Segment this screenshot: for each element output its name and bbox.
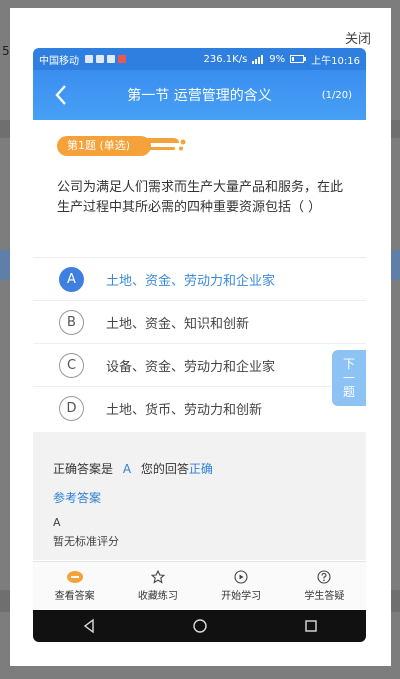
next-tab-char: 题: [342, 385, 355, 399]
correct-answer-letter: A: [122, 462, 132, 476]
star-icon: [150, 570, 165, 584]
app-notification-icon: [107, 55, 115, 63]
page-title: 第一节 运营管理的含义: [127, 88, 272, 104]
nav-label: 查看答案: [54, 591, 95, 602]
correct-answer-prefix: 正确答案是: [53, 462, 114, 476]
option-label: 设备、资金、劳动力和企业家: [106, 359, 276, 375]
back-triangle-icon[interactable]: [81, 618, 97, 634]
option-d[interactable]: D 土地、货币、劳动力和创新: [33, 386, 366, 429]
option-b[interactable]: B 土地、资金、知识和创新: [33, 300, 366, 343]
question-icon: [317, 570, 331, 584]
app-notification-icon: [96, 55, 104, 63]
question-type-badge: 第1题 (单选): [57, 136, 151, 156]
clock: 上午10:16: [311, 55, 360, 67]
your-answer-result: 正确: [188, 462, 213, 476]
scoring-note: 暂无标准评分: [53, 535, 119, 548]
answer-icon: [66, 571, 83, 583]
option-letter: C: [59, 352, 84, 378]
option-letter: D: [59, 395, 84, 421]
recents-square-icon[interactable]: [303, 618, 319, 634]
nav-favorite[interactable]: 收藏练习: [116, 562, 199, 610]
net-speed: 236.1K/s: [203, 53, 248, 65]
option-a[interactable]: A 土地、资金、劳动力和企业家: [33, 257, 366, 300]
battery-icon: [290, 55, 307, 63]
signal-icon: [252, 54, 264, 64]
close-button[interactable]: 关闭: [345, 28, 371, 47]
carrier-label: 中国移动: [39, 55, 79, 67]
android-navigation-bar: [33, 610, 366, 642]
nav-student-qa[interactable]: 学生答疑: [283, 562, 366, 610]
question-content: 第1题 (单选) 公司为满足人们需求而生产大量产品和服务，在此生产过程中其所必需…: [33, 120, 366, 610]
reference-answer-value: A: [53, 516, 61, 529]
question-text: 公司为满足人们需求而生产大量产品和服务，在此生产过程中其所必需的四种重要资源包括…: [57, 180, 344, 215]
next-tab-char: 下: [342, 357, 355, 371]
reference-answer-label: 参考答案: [53, 491, 102, 505]
answer-panel: 正确答案是 A 您的回答正确 参考答案 A 暂无标准评分: [33, 432, 366, 560]
app-notification-icon: [118, 55, 126, 63]
question-counter: (1/20): [321, 89, 352, 101]
background-text: 5: [2, 44, 10, 58]
option-label: 土地、资金、劳动力和企业家: [106, 273, 276, 289]
option-letter: B: [59, 309, 84, 335]
correct-answer-line: 正确答案是 A 您的回答正确: [53, 460, 213, 477]
nav-label: 收藏练习: [137, 591, 178, 602]
battery-percent: 9%: [269, 53, 286, 65]
badge-tail-decoration: [145, 138, 186, 151]
your-answer-prefix: 您的回答: [140, 462, 189, 476]
option-c[interactable]: C 设备、资金、劳动力和企业家: [33, 343, 366, 386]
nav-label: 学生答疑: [304, 591, 345, 602]
option-label: 土地、货币、劳动力和创新: [106, 402, 263, 418]
status-bar: 中国移动 236.1K/s 9% 上午10:16: [33, 48, 366, 70]
bottom-navigation: 查看答案 收藏练习 开始学习 学生答疑: [33, 561, 366, 610]
app-notification-icon: [85, 55, 93, 63]
notification-icons: [85, 55, 126, 63]
nav-label: 开始学习: [221, 591, 262, 602]
home-circle-icon[interactable]: [192, 618, 208, 634]
nav-start-learning[interactable]: 开始学习: [200, 562, 283, 610]
phone-screenshot: 中国移动 236.1K/s 9% 上午10:16 第一节 运营管理的含义 (1/…: [33, 48, 366, 642]
option-letter: A: [59, 266, 84, 292]
play-icon: [234, 570, 248, 584]
option-label: 土地、资金、知识和创新: [106, 316, 250, 332]
nav-view-answer[interactable]: 查看答案: [33, 562, 116, 610]
back-arrow-icon[interactable]: [51, 82, 73, 108]
header-bar: 第一节 运营管理的含义 (1/20): [33, 70, 366, 120]
next-tab-char: 一: [342, 371, 355, 385]
next-question-tab[interactable]: 下 一 题: [332, 350, 366, 406]
